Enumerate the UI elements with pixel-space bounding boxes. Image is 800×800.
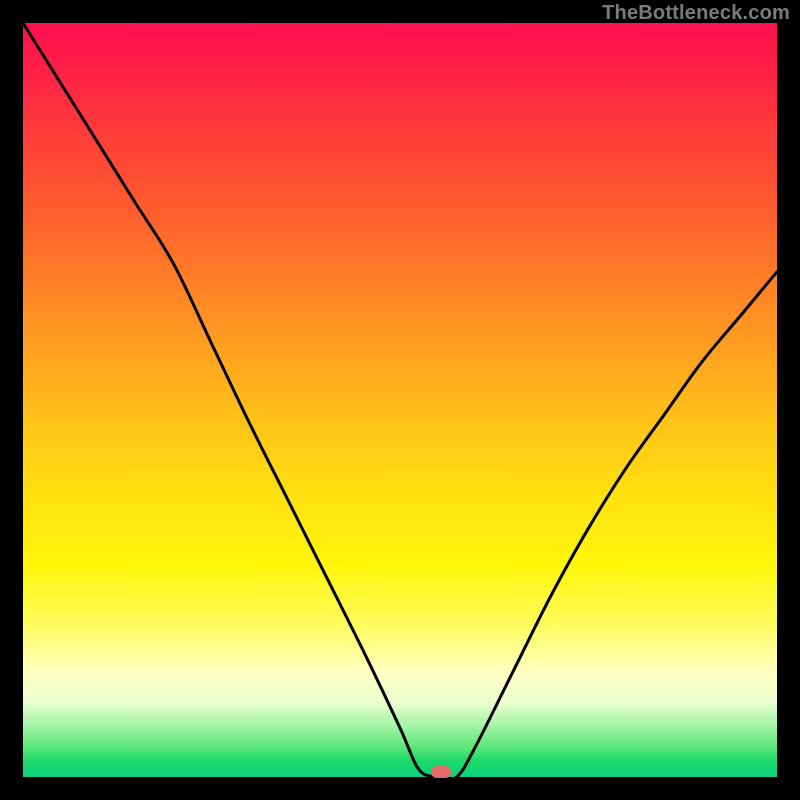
optimal-point-marker [431,766,451,778]
bottleneck-curve [23,23,777,777]
plot-area [23,23,777,777]
watermark-text: TheBottleneck.com [602,2,790,25]
chart-frame: TheBottleneck.com [0,0,800,800]
